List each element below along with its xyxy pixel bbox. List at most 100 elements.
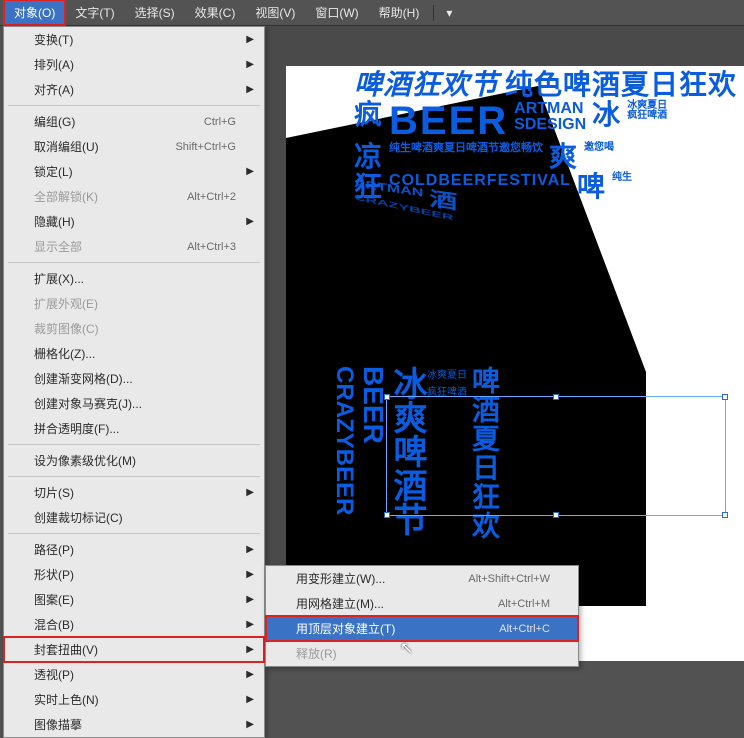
menu-shortcut: Alt+Ctrl+3: [187, 241, 236, 253]
menu-item[interactable]: 栅格化(Z)...: [4, 341, 264, 366]
submenu-arrow-icon: ▶: [246, 84, 254, 95]
menu-shortcut: Alt+Ctrl+2: [187, 191, 236, 203]
menubar: 对象(O) 文字(T) 选择(S) 效果(C) 视图(V) 窗口(W) 帮助(H…: [0, 0, 744, 26]
menu-item[interactable]: 变换(T) ▶: [4, 27, 264, 52]
menu-item-label: 栅格化(Z)...: [34, 345, 236, 362]
menu-sep: [8, 444, 260, 445]
menu-shortcut: Ctrl+G: [204, 116, 236, 128]
menu-sep: [8, 476, 260, 477]
menu-item-label: 图像描摹: [34, 716, 236, 733]
menu-item[interactable]: 切片(S) ▶: [4, 480, 264, 505]
menu-item[interactable]: 拼合透明度(F)...: [4, 416, 264, 441]
menu-item-label: 路径(P): [34, 541, 236, 558]
toolbar-dropdown[interactable]: ▾: [438, 6, 460, 20]
menu-item-label: 变换(T): [34, 31, 236, 48]
submenu-item-label: 用网格建立(M)...: [296, 595, 498, 612]
submenu-arrow-icon: ▶: [246, 59, 254, 70]
menu-item-label: 显示全部: [34, 238, 187, 255]
submenu-item-label: 用顶层对象建立(T): [296, 620, 499, 637]
menu-sep: [8, 105, 260, 106]
selection-rect: [386, 396, 726, 516]
submenu-item-label: 释放(R): [296, 645, 550, 662]
submenu-arrow-icon: ▶: [246, 216, 254, 227]
menu-item-label: 形状(P): [34, 566, 236, 583]
menu-item[interactable]: 排列(A) ▶: [4, 52, 264, 77]
submenu-item-label: 用变形建立(W)...: [296, 570, 468, 587]
menu-item[interactable]: 路径(P) ▶: [4, 537, 264, 562]
menu-select[interactable]: 选择(S): [125, 0, 185, 25]
menu-item: 显示全部Alt+Ctrl+3: [4, 234, 264, 259]
submenu-item: 释放(R): [266, 641, 578, 666]
menu-item[interactable]: 创建渐变网格(D)...: [4, 366, 264, 391]
menu-item-label: 编组(G): [34, 113, 204, 130]
menu-item[interactable]: 编组(G)Ctrl+G: [4, 109, 264, 134]
menu-item[interactable]: 图像描摹 ▶: [4, 712, 264, 737]
menu-item-label: 取消编组(U): [34, 138, 175, 155]
menu-item[interactable]: 对齐(A) ▶: [4, 77, 264, 102]
menu-shortcut: Shift+Ctrl+G: [175, 141, 236, 153]
submenu-arrow-icon: ▶: [246, 644, 254, 655]
submenu-arrow-icon: ▶: [246, 166, 254, 177]
sep: [433, 5, 434, 21]
submenu-arrow-icon: ▶: [246, 694, 254, 705]
submenu-arrow-icon: ▶: [246, 544, 254, 555]
menu-item-label: 拼合透明度(F)...: [34, 420, 236, 437]
menu-item-label: 全部解锁(K): [34, 188, 187, 205]
menu-item[interactable]: 设为像素级优化(M): [4, 448, 264, 473]
submenu-shortcut: Alt+Shift+Ctrl+W: [468, 573, 550, 585]
submenu-shortcut: Alt+Ctrl+M: [498, 598, 550, 610]
menu-item[interactable]: 取消编组(U)Shift+Ctrl+G: [4, 134, 264, 159]
menu-item-label: 排列(A): [34, 56, 236, 73]
submenu-arrow-icon: ▶: [246, 487, 254, 498]
menu-item-label: 裁剪图像(C): [34, 320, 236, 337]
menu-item[interactable]: 创建裁切标记(C): [4, 505, 264, 530]
menu-item-label: 封套扭曲(V): [34, 641, 236, 658]
menu-item[interactable]: 透视(P) ▶: [4, 662, 264, 687]
menu-item-label: 扩展(X)...: [34, 270, 236, 287]
menu-item-label: 实时上色(N): [34, 691, 236, 708]
menu-item-label: 设为像素级优化(M): [34, 452, 236, 469]
menu-item-label: 对齐(A): [34, 81, 236, 98]
menu-item-label: 图案(E): [34, 591, 236, 608]
menu-item-label: 切片(S): [34, 484, 236, 501]
object-dropdown: 变换(T)▶排列(A)▶对齐(A)▶编组(G)Ctrl+G取消编组(U)Shif…: [3, 26, 265, 738]
menu-object[interactable]: 对象(O): [4, 0, 65, 25]
menu-window[interactable]: 窗口(W): [305, 0, 368, 25]
submenu-arrow-icon: ▶: [246, 619, 254, 630]
submenu-shortcut: Alt+Ctrl+C: [499, 623, 550, 635]
menu-item: 扩展外观(E): [4, 291, 264, 316]
submenu-arrow-icon: ▶: [246, 34, 254, 45]
menu-item[interactable]: 图案(E) ▶: [4, 587, 264, 612]
menu-sep: [8, 262, 260, 263]
menu-item: 裁剪图像(C): [4, 316, 264, 341]
menu-item-label: 扩展外观(E): [34, 295, 236, 312]
menu-item[interactable]: 隐藏(H) ▶: [4, 209, 264, 234]
submenu-arrow-icon: ▶: [246, 719, 254, 730]
menu-item-label: 混合(B): [34, 616, 236, 633]
menu-item[interactable]: 混合(B) ▶: [4, 612, 264, 637]
menu-item[interactable]: 锁定(L) ▶: [4, 159, 264, 184]
menu-item-label: 锁定(L): [34, 163, 236, 180]
menu-item-label: 创建渐变网格(D)...: [34, 370, 236, 387]
menu-item[interactable]: 扩展(X)...: [4, 266, 264, 291]
menu-effect[interactable]: 效果(C): [185, 0, 246, 25]
menu-item: 全部解锁(K)Alt+Ctrl+2: [4, 184, 264, 209]
mouse-cursor-icon: ↖: [400, 638, 413, 658]
menu-item[interactable]: 封套扭曲(V) ▶: [4, 637, 264, 662]
submenu-item[interactable]: 用网格建立(M)...Alt+Ctrl+M: [266, 591, 578, 616]
submenu-item[interactable]: 用顶层对象建立(T)Alt+Ctrl+C: [266, 616, 578, 641]
menu-help[interactable]: 帮助(H): [369, 0, 430, 25]
submenu-item[interactable]: 用变形建立(W)...Alt+Shift+Ctrl+W: [266, 566, 578, 591]
menu-view[interactable]: 视图(V): [245, 0, 305, 25]
submenu-arrow-icon: ▶: [246, 594, 254, 605]
menu-item-label: 隐藏(H): [34, 213, 236, 230]
submenu-arrow-icon: ▶: [246, 569, 254, 580]
menu-item[interactable]: 形状(P) ▶: [4, 562, 264, 587]
menu-item[interactable]: 创建对象马赛克(J)...: [4, 391, 264, 416]
submenu-arrow-icon: ▶: [246, 669, 254, 680]
envelope-submenu: 用变形建立(W)...Alt+Shift+Ctrl+W用网格建立(M)...Al…: [265, 565, 579, 667]
menu-item-label: 透视(P): [34, 666, 236, 683]
menu-item-label: 创建裁切标记(C): [34, 509, 236, 526]
menu-item[interactable]: 实时上色(N) ▶: [4, 687, 264, 712]
menu-type[interactable]: 文字(T): [65, 0, 124, 25]
